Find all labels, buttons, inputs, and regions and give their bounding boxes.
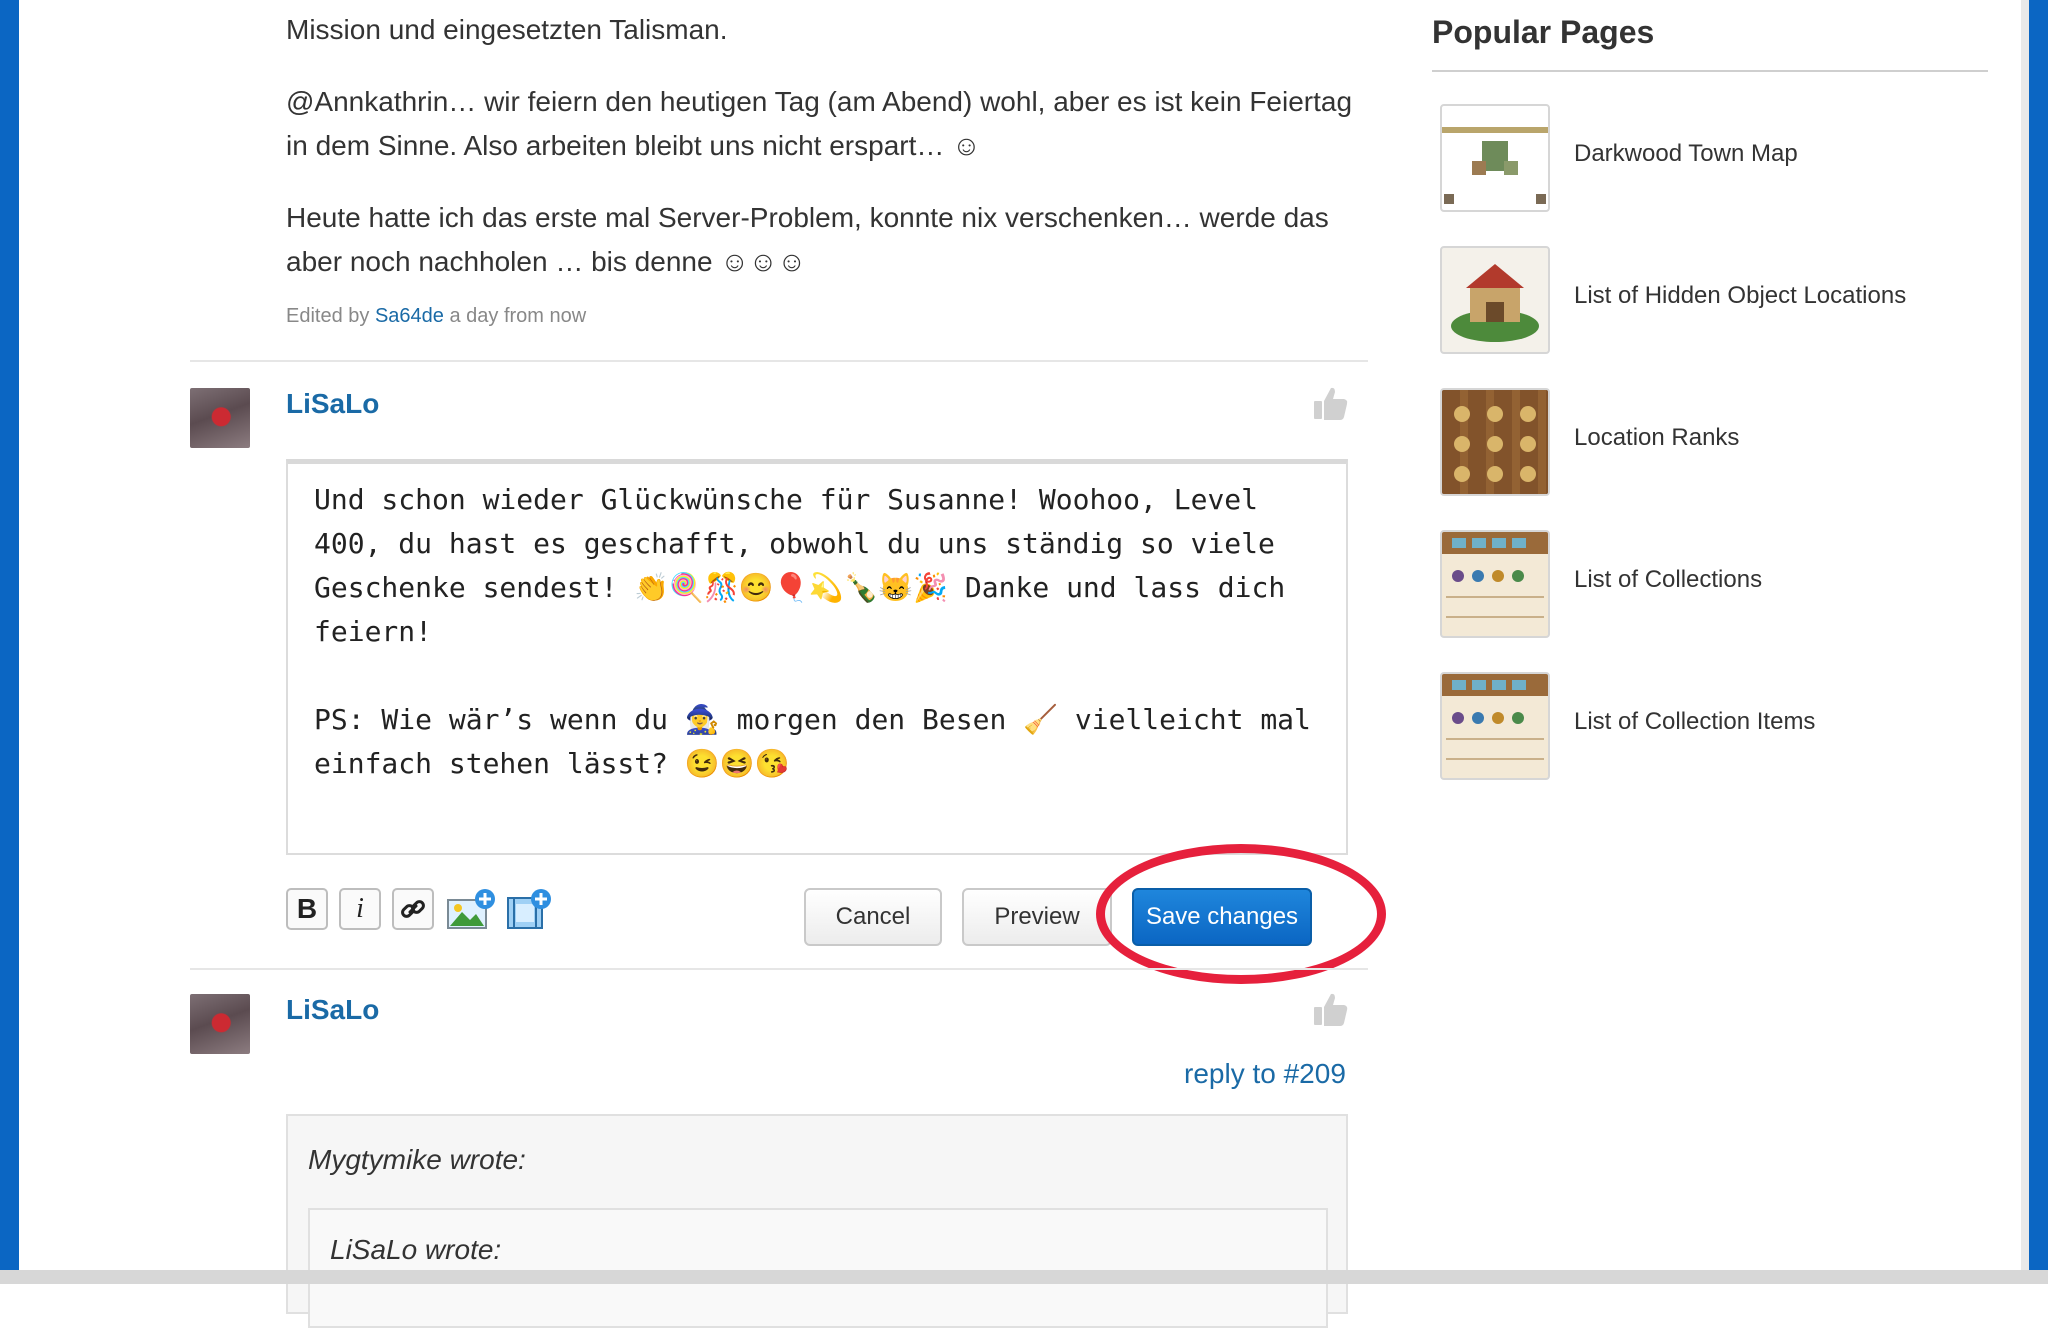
avatar[interactable] — [190, 388, 250, 448]
edited-prefix: Edited by — [286, 305, 370, 327]
link-button[interactable] — [392, 888, 434, 930]
popular-page-item[interactable]: List of Hidden Object Locations — [1440, 246, 1980, 356]
cancel-button[interactable]: Cancel — [804, 888, 942, 946]
collections-thumbnail-image — [1442, 532, 1548, 618]
quote-block: Mygtymike wrote: LiSaLo wrote: — [286, 1114, 1348, 1328]
insert-image-button[interactable] — [446, 888, 496, 930]
bold-button[interactable]: B — [286, 888, 328, 930]
page-thumbnail[interactable] — [1440, 530, 1550, 638]
image-add-icon — [447, 889, 495, 929]
thumbs-up-icon[interactable] — [1310, 384, 1350, 424]
link-icon — [401, 900, 425, 918]
popular-page-link[interactable]: Darkwood Town Map — [1574, 140, 1798, 168]
preview-button[interactable]: Preview — [962, 888, 1112, 946]
post-username[interactable]: LiSaLo — [286, 994, 379, 1026]
popular-page-item[interactable]: List of Collection Items — [1440, 672, 1980, 782]
collection-items-thumbnail-image — [1442, 674, 1548, 760]
post-paragraph: Heute hatte ich das erste mal Server-Pro… — [286, 202, 1329, 277]
window-frame-right — [2029, 0, 2048, 1284]
popular-page-link[interactable]: List of Collection Items — [1574, 708, 1815, 736]
highlight-annotation — [1096, 844, 1386, 984]
window-frame-left — [0, 0, 19, 1284]
edited-time: a day from now — [449, 305, 587, 327]
insert-video-button[interactable] — [506, 888, 552, 930]
popular-page-link[interactable]: List of Hidden Object Locations — [1574, 282, 1906, 310]
popular-page-link[interactable]: List of Collections — [1574, 566, 1762, 594]
page-thumbnail[interactable] — [1440, 672, 1550, 780]
window-frame-bottom — [0, 1270, 2048, 1284]
post-separator — [190, 968, 1368, 970]
map-thumbnail-image — [1444, 141, 1546, 204]
popular-page-item[interactable]: Darkwood Town Map — [1440, 104, 1980, 214]
reply-to-link[interactable]: reply to #209 — [1184, 1058, 1346, 1090]
edited-user-link[interactable]: Sa64de — [375, 305, 444, 327]
thumbs-up-icon[interactable] — [1310, 990, 1350, 1030]
post-separator — [190, 360, 1368, 362]
video-add-icon — [507, 889, 551, 929]
nested-quote-author: LiSaLo wrote: — [330, 1234, 502, 1265]
post-paragraph: @Annkathrin… wir feiern den heutigen Tag… — [286, 86, 1353, 161]
post-text-line: Mission und eingesetzten Talisman. — [286, 14, 728, 45]
italic-button[interactable]: i — [339, 888, 381, 930]
post-username[interactable]: LiSaLo — [286, 388, 379, 420]
editor-text[interactable]: Und schon wieder Glückwünsche für Susann… — [314, 478, 1324, 786]
comment-editor[interactable]: Und schon wieder Glückwünsche für Susann… — [286, 459, 1348, 855]
scrollbar-track[interactable] — [2021, 0, 2029, 1284]
popular-page-item[interactable]: Location Ranks — [1440, 388, 1980, 498]
popular-page-link[interactable]: Location Ranks — [1574, 424, 1739, 452]
sidebar-title: Popular Pages — [1432, 14, 1655, 50]
avatar[interactable] — [190, 994, 250, 1054]
popular-page-item[interactable]: List of Collections — [1440, 530, 1980, 640]
page-thumbnail[interactable] — [1440, 246, 1550, 354]
quote-author: Mygtymike wrote: — [308, 1144, 526, 1175]
sidebar-divider — [1432, 70, 1988, 72]
cafe-thumbnail-image — [1451, 264, 1539, 342]
nested-quote-block: LiSaLo wrote: — [308, 1208, 1328, 1328]
page-thumbnail[interactable] — [1440, 104, 1550, 212]
edited-note: Edited by Sa64de a day from now — [286, 305, 586, 328]
page-thumbnail[interactable] — [1440, 388, 1550, 496]
ranks-thumbnail-image — [1442, 390, 1548, 494]
